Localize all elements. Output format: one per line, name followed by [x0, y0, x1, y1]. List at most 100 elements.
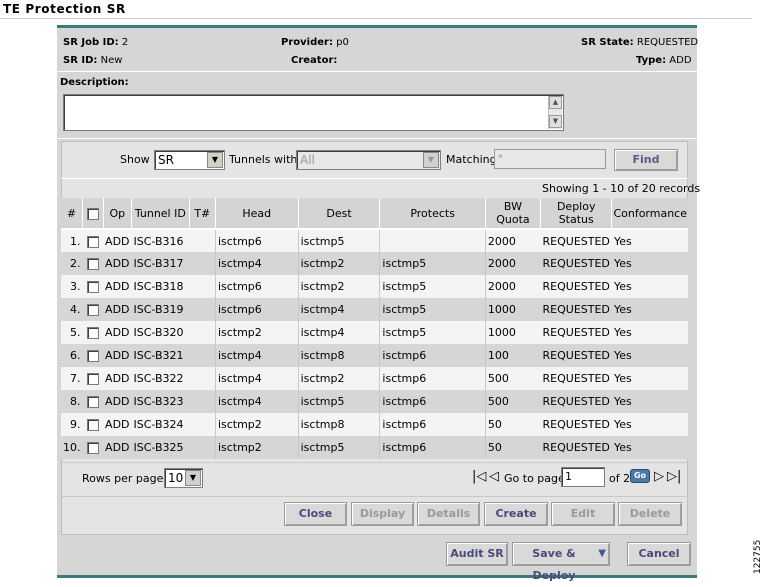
- column-header[interactable]: Dest: [298, 198, 381, 230]
- table-row[interactable]: 5. ADD ISC-B320 isctmp2 isctmp4 isctmp5 1000 RE…: [61, 321, 688, 344]
- chevron-down-icon[interactable]: ▼: [423, 152, 439, 168]
- goto-page-input[interactable]: 1: [561, 467, 605, 487]
- table-row[interactable]: 6. ADD ISC-B321 isctmp4 isctmp8 isctmp6 100 REQ…: [61, 344, 688, 367]
- table-row[interactable]: 4. ADD ISC-B319 isctmp6 isctmp4 isctmp5 1000 RE…: [61, 298, 688, 321]
- table-row[interactable]: 2. ADD ISC-B317 isctmp4 isctmp2 isctmp5 2000 RE…: [61, 252, 688, 275]
- column-header[interactable]: Head: [215, 198, 299, 230]
- show-select[interactable]: SR ▼: [154, 150, 225, 170]
- chevron-down-icon[interactable]: ▼: [598, 543, 606, 565]
- description-label: Description:: [60, 77, 129, 88]
- table-row[interactable]: 9. ADD ISC-B324 isctmp2 isctmp8 isctmp6 50 REQU…: [61, 413, 688, 436]
- bw-quota-cell: 1000: [485, 321, 541, 344]
- next-page-icon[interactable]: ▷: [654, 469, 664, 484]
- column-header[interactable]: BW Quota: [485, 198, 542, 230]
- conformance-cell: Yes: [611, 344, 688, 367]
- row-checkbox[interactable]: [86, 258, 99, 270]
- t-number-cell: [189, 390, 216, 413]
- row-select: [82, 298, 104, 321]
- head-cell: isctmp6: [215, 229, 299, 252]
- tunnels-with-select[interactable]: All ▼: [296, 150, 441, 170]
- row-checkbox[interactable]: [86, 281, 99, 293]
- tunnel-id-cell: ISC-B317: [131, 252, 190, 275]
- scroll-up-icon[interactable]: ▲: [549, 96, 562, 109]
- first-page-icon[interactable]: |◁: [472, 469, 486, 484]
- table-row[interactable]: 8. ADD ISC-B323 isctmp4 isctmp5 isctmp6 500 REQ…: [61, 390, 688, 413]
- column-header[interactable]: Conformance: [611, 198, 688, 230]
- table-row[interactable]: 10. ADD ISC-B325 isctmp2 isctmp5 isctmp6 50 REQ…: [61, 436, 688, 459]
- conformance-cell: Yes: [611, 390, 688, 413]
- tunnel-id-cell: ISC-B316: [131, 229, 190, 252]
- tunnel-id-cell: ISC-B325: [131, 436, 190, 459]
- save-deploy-button[interactable]: Save & Deploy ▼: [512, 542, 610, 582]
- chevron-down-icon[interactable]: ▼: [207, 152, 223, 168]
- column-header[interactable]: T#: [189, 198, 216, 230]
- bw-quota-cell: 2000: [485, 252, 541, 275]
- head-cell: isctmp6: [215, 298, 299, 321]
- row-checkbox[interactable]: [86, 419, 99, 431]
- t-number-cell: [189, 436, 216, 459]
- create-button[interactable]: Create: [484, 502, 548, 526]
- deploy-status-cell: REQUESTED: [540, 390, 612, 413]
- deploy-status-cell: REQUESTED: [540, 275, 612, 298]
- protects-cell: isctmp6: [379, 436, 486, 459]
- divider: [61, 462, 688, 463]
- find-button[interactable]: Find: [614, 149, 678, 171]
- dest-cell: isctmp5: [298, 390, 381, 413]
- row-number: 5.: [61, 321, 83, 344]
- rows-per-page-select[interactable]: 10 ▼: [164, 468, 203, 488]
- tunnels-with-label: Tunnels with: [229, 153, 298, 166]
- chevron-down-icon[interactable]: ▼: [185, 470, 201, 486]
- matching-input[interactable]: *: [494, 149, 606, 169]
- row-select: [82, 390, 104, 413]
- column-header[interactable]: Protects: [379, 198, 486, 230]
- close-button[interactable]: Close: [284, 502, 347, 526]
- op-cell: ADD: [103, 321, 132, 344]
- page-count: of 2: [609, 472, 631, 485]
- details-button[interactable]: Details: [417, 502, 480, 526]
- select-all-checkbox[interactable]: [86, 207, 99, 220]
- row-number: 3.: [61, 275, 83, 298]
- last-page-icon[interactable]: ▷|: [667, 469, 681, 484]
- scroll-down-icon[interactable]: ▼: [549, 115, 562, 128]
- head-cell: isctmp2: [215, 321, 299, 344]
- row-checkbox[interactable]: [86, 304, 99, 316]
- delete-button[interactable]: Delete: [618, 502, 682, 526]
- row-number: 8.: [61, 390, 83, 413]
- table-row[interactable]: 7. ADD ISC-B322 isctmp4 isctmp2 isctmp6 500 REQ…: [61, 367, 688, 390]
- cancel-button[interactable]: Cancel: [627, 542, 691, 566]
- row-checkbox[interactable]: [86, 373, 99, 385]
- t-number-cell: [189, 229, 216, 252]
- display-button[interactable]: Display: [351, 502, 414, 526]
- column-header[interactable]: Deploy Status: [540, 198, 613, 230]
- conformance-cell: Yes: [611, 436, 688, 459]
- row-checkbox[interactable]: [86, 350, 99, 362]
- t-number-cell: [189, 413, 216, 436]
- bw-quota-cell: 2000: [485, 229, 541, 252]
- protects-cell: isctmp5: [379, 321, 486, 344]
- bw-quota-cell: 500: [485, 367, 541, 390]
- row-checkbox[interactable]: [86, 235, 99, 248]
- row-checkbox[interactable]: [86, 327, 99, 339]
- op-cell: ADD: [103, 413, 132, 436]
- go-button[interactable]: Go: [630, 469, 650, 483]
- goto-page-label: Go to page:: [504, 472, 569, 485]
- sr-job-id: SR Job ID: 2: [63, 37, 129, 48]
- audit-sr-button[interactable]: Audit SR: [446, 542, 508, 566]
- column-header[interactable]: Op: [103, 198, 133, 230]
- table-row[interactable]: 3. ADD ISC-B318 isctmp6 isctmp2 isctmp5 2000 RE…: [61, 275, 688, 298]
- edit-button[interactable]: Edit: [551, 502, 615, 526]
- description-textarea[interactable]: ▲ ▼: [63, 94, 564, 131]
- bw-quota-cell: 500: [485, 390, 541, 413]
- table-row[interactable]: 1. ADD ISC-B316 isctmp6 isctmp5 2000 REQUESTED…: [61, 229, 688, 252]
- description-scrollbar[interactable]: ▲ ▼: [548, 96, 562, 129]
- head-cell: isctmp4: [215, 367, 299, 390]
- deploy-status-cell: REQUESTED: [540, 436, 612, 459]
- prev-page-icon[interactable]: ◁: [489, 469, 499, 484]
- table-header-row: # Op Tunnel ID T# Head Dest Protects BW …: [61, 198, 688, 230]
- row-select: [82, 344, 104, 367]
- column-header[interactable]: Tunnel ID: [131, 198, 190, 230]
- op-cell: ADD: [103, 275, 132, 298]
- row-checkbox[interactable]: [86, 442, 99, 454]
- dest-cell: isctmp5: [298, 229, 381, 252]
- row-checkbox[interactable]: [86, 396, 99, 408]
